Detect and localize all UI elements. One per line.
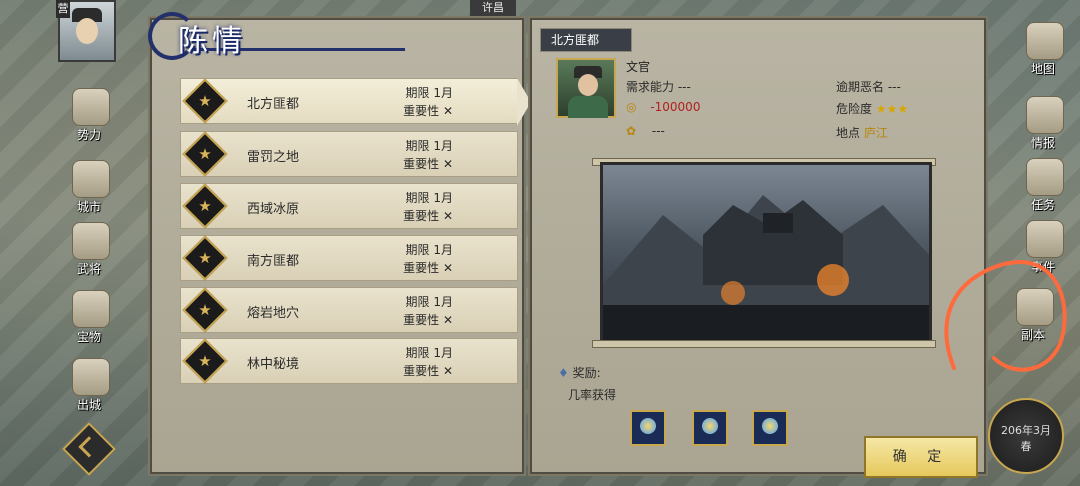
gem-icon (640, 418, 656, 434)
events-icon (1026, 220, 1064, 258)
exit-city-icon (72, 358, 110, 396)
bandit-icon: ★ (182, 78, 228, 124)
reward-label: ♦ 奖励: (558, 366, 601, 380)
battle-scene-image (600, 162, 932, 346)
official-portrait (556, 58, 616, 118)
region-tag: 北方匪都 (540, 28, 632, 52)
bandit-icon: ★ (182, 338, 228, 384)
coin-icon: ◎ (626, 100, 637, 114)
menu-generals[interactable]: 武将 (62, 222, 116, 282)
grain-icon: ✿ (626, 124, 637, 138)
menu-city[interactable]: 城市 (62, 160, 116, 220)
menu-exit-city[interactable]: 出城 (62, 358, 116, 418)
role-label: 文官 (626, 60, 651, 74)
map-icon (1026, 22, 1064, 60)
bandit-icon: ★ (182, 287, 228, 333)
confirm-button[interactable]: 确 定 (864, 436, 978, 478)
reward-note: 几率获得 (568, 388, 617, 402)
annotation-circle (944, 260, 1067, 372)
portrait-face (578, 74, 598, 96)
reward-item[interactable] (630, 410, 666, 446)
list-item[interactable]: ★ 林中秘境 期限 1月 重要性 ✕ (180, 338, 518, 384)
bandit-icon: ★ (182, 131, 228, 177)
menu-tasks[interactable]: 任务 (1016, 158, 1070, 218)
force-icon (72, 88, 110, 126)
overdue-label: 逾期恶名 --- (836, 80, 901, 94)
money-row: ◎ -100000 (626, 100, 701, 114)
list-item[interactable]: ★ 西域冰原 期限 1月 重要性 ✕ (180, 183, 518, 229)
list-item[interactable]: ★ 南方匪都 期限 1月 重要性 ✕ (180, 235, 518, 281)
list-item[interactable]: ★ 熔岩地穴 期限 1月 重要性 ✕ (180, 287, 518, 333)
panel-title: 陈情 (140, 8, 405, 62)
menu-treasure[interactable]: 宝物 (62, 290, 116, 350)
tasks-icon (1026, 158, 1064, 196)
menu-force[interactable]: 势力 (62, 88, 116, 148)
top-city-label: 许昌 (470, 0, 516, 16)
city-icon (72, 160, 110, 198)
menu-intel[interactable]: 情报 (1016, 96, 1070, 156)
list-item[interactable]: ★ 北方匪都 期限 1月 重要性 ✕ (180, 78, 531, 126)
treasure-icon (72, 290, 110, 328)
reward-item[interactable] (752, 410, 788, 446)
reward-item[interactable] (692, 410, 728, 446)
gem-icon (702, 418, 718, 434)
avatar-face (76, 18, 98, 44)
fortress-scene-art (603, 195, 929, 343)
scroll-bottom-rod (592, 340, 936, 348)
generals-icon (72, 222, 110, 260)
camp-badge: 营 (56, 0, 70, 18)
bandit-icon: ★ (182, 183, 228, 229)
list-item[interactable]: ★ 雷罚之地 期限 1月 重要性 ✕ (180, 131, 518, 177)
portrait-body (568, 96, 608, 118)
danger-stars: ★★★ (875, 102, 909, 116)
back-arrow-icon (78, 436, 100, 458)
bandit-icon: ★ (182, 235, 228, 281)
required-ability: 需求能力 --- (626, 80, 691, 94)
date-indicator[interactable]: 206年3月 春 (988, 398, 1064, 474)
gem-icon (762, 418, 778, 434)
grain-row: ✿ --- (626, 124, 665, 138)
danger-row: 危险度 ★★★ (836, 102, 909, 116)
intel-icon (1026, 96, 1064, 134)
menu-map[interactable]: 地图 (1016, 22, 1070, 82)
location-row: 地点 庐江 (836, 126, 888, 140)
